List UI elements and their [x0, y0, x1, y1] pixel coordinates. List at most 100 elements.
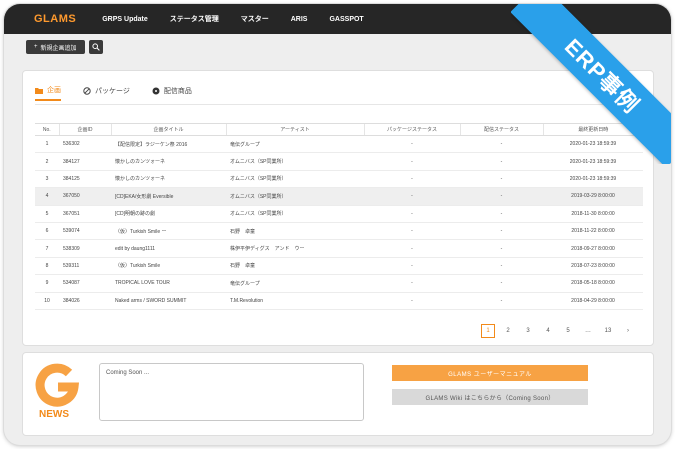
col-package-status[interactable]: パッケージステータス	[363, 123, 460, 136]
cell-project-title[interactable]: （仮）Turkish Smile ー	[111, 222, 226, 241]
tab-label: パッケージ	[95, 88, 130, 95]
cell-package-status: -	[364, 205, 460, 223]
cell-project-id[interactable]: 536302	[59, 135, 111, 154]
table-row[interactable]: 7 538309 edit by daung1111 株伊平伊ディグス アンド …	[35, 239, 643, 258]
cell-no: 10	[35, 292, 59, 310]
new-project-button[interactable]: + 新規企画追加	[26, 40, 85, 54]
cell-package-status: -	[364, 135, 460, 154]
cell-no: 6	[35, 222, 59, 241]
g-logo-icon	[35, 363, 80, 407]
cell-project-id[interactable]: 534087	[59, 274, 111, 293]
cell-artist: T.M.Revolution	[226, 292, 364, 310]
cell-delivery-status: -	[460, 222, 543, 241]
nav-item-master[interactable]: マスター	[241, 14, 269, 24]
plus-icon: +	[34, 44, 38, 50]
table-row[interactable]: 6 539074 （仮）Turkish Smile ー 石野 卓童 - - 20…	[35, 222, 643, 241]
cell-project-id[interactable]: 539074	[59, 222, 111, 241]
folder-icon	[35, 87, 43, 94]
nav-item-grps-update[interactable]: GRPS Update	[102, 16, 148, 23]
news-text: Coming Soon ...	[106, 370, 150, 376]
next-page-button[interactable]: ›	[621, 324, 635, 338]
tab-packages[interactable]: パッケージ	[83, 85, 130, 101]
cell-no: 8	[35, 257, 59, 276]
nav-item-aris[interactable]: ARIS	[291, 16, 308, 23]
nav-item-status[interactable]: ステータス管理	[170, 14, 219, 24]
cell-no: 7	[35, 239, 59, 258]
col-project-title[interactable]: 企画タイトル	[110, 123, 226, 136]
cell-artist: オムニバス（SP同業所）	[226, 152, 364, 171]
tab-delivery-products[interactable]: 配信商品	[152, 85, 192, 101]
wiki-button[interactable]: GLAMS Wiki はこちらから（Coming Soon）	[392, 389, 588, 405]
cell-package-status: -	[364, 222, 460, 241]
cell-package-status: -	[364, 170, 460, 189]
cell-last-updated: 2020-01-23 18:59:39	[543, 170, 643, 189]
page-3[interactable]: 3	[521, 324, 535, 338]
cell-project-title[interactable]: [CD]明朝の跡の劇	[111, 205, 226, 223]
cell-project-id[interactable]: 539311	[59, 257, 111, 276]
page-2[interactable]: 2	[501, 324, 515, 338]
cell-no: 2	[35, 152, 59, 171]
cell-project-id[interactable]: 384125	[59, 170, 111, 189]
table-row[interactable]: 9 534087 TROPICAL LOVE TOUR 竜伝グループ - - 2…	[35, 274, 643, 293]
cell-package-status: -	[364, 292, 460, 310]
app-logo[interactable]: GLAMS	[34, 13, 76, 25]
cell-last-updated: 2018-07-23 8:00:00	[543, 257, 643, 276]
cell-project-title[interactable]: 懐かしのカンツォーネ	[111, 170, 226, 189]
col-no[interactable]: No.	[35, 123, 59, 136]
new-project-label: 新規企画追加	[40, 45, 77, 52]
cell-project-title[interactable]: [CD]EKA/女形劇 Eversible	[111, 187, 226, 206]
cell-package-status: -	[364, 274, 460, 293]
cell-project-title[interactable]: （仮）Turkish Smile	[111, 257, 226, 276]
cell-project-id[interactable]: 538309	[59, 239, 111, 258]
cell-artist: 竜伝グループ	[226, 274, 364, 293]
cell-delivery-status: -	[460, 257, 543, 276]
cell-package-status: -	[364, 239, 460, 258]
table-row[interactable]: 5 367051 [CD]明朝の跡の劇 オムニバス（SP同業所） - - 201…	[35, 205, 643, 223]
table-row[interactable]: 4 367050 [CD]EKA/女形劇 Eversible オムニバス（SP同…	[35, 187, 643, 206]
page-1[interactable]: 1	[481, 324, 495, 338]
cell-project-id[interactable]: 384026	[59, 292, 111, 310]
erp-ribbon: ERP事例	[511, 4, 671, 164]
table-row[interactable]: 8 539311 （仮）Turkish Smile 石野 卓童 - - 2018…	[35, 257, 643, 276]
cell-artist: 竜伝グループ	[226, 135, 364, 154]
cell-package-status: -	[364, 187, 460, 206]
search-icon	[91, 43, 100, 51]
tab-label: 企画	[47, 87, 61, 94]
cell-project-title[interactable]: Naked arms / SWORD SUMMIT	[111, 292, 226, 310]
cell-delivery-status: -	[460, 292, 543, 310]
cell-no: 9	[35, 274, 59, 293]
tab-projects[interactable]: 企画	[35, 85, 61, 101]
cell-package-status: -	[364, 152, 460, 171]
page-5[interactable]: 5	[561, 324, 575, 338]
table-row[interactable]: 3 384125 懐かしのカンツォーネ オムニバス（SP同業所） - - 202…	[35, 170, 643, 189]
page-13[interactable]: 13	[601, 324, 615, 338]
cell-no: 1	[35, 135, 59, 154]
search-button[interactable]	[88, 40, 103, 54]
cell-project-title[interactable]: 懐かしのカンツォーネ	[111, 152, 226, 171]
corner-ribbon: ERP事例	[511, 4, 671, 164]
disc-icon	[152, 87, 160, 95]
user-manual-button[interactable]: GLAMS ユーザーマニュアル	[392, 365, 588, 381]
cell-artist: オムニバス（SP同業所）	[226, 170, 364, 189]
cell-project-id[interactable]: 367050	[59, 187, 111, 206]
cell-delivery-status: -	[460, 205, 543, 223]
cell-no: 3	[35, 170, 59, 189]
cell-delivery-status: -	[460, 274, 543, 293]
col-project-id[interactable]: 企画ID	[58, 123, 111, 136]
cell-last-updated: 2018-11-22 8:00:00	[543, 222, 643, 241]
cell-no: 5	[35, 205, 59, 223]
page-4[interactable]: 4	[541, 324, 555, 338]
toolbar: + 新規企画追加	[26, 40, 103, 54]
col-artist[interactable]: アーティスト	[225, 123, 364, 136]
cell-project-id[interactable]: 367051	[59, 205, 111, 223]
cell-artist: 株伊平伊ディグス アンド ウー	[226, 239, 364, 258]
cell-project-title[interactable]: edit by daung1111	[111, 239, 226, 258]
cell-project-title[interactable]: TROPICAL LOVE TOUR	[111, 274, 226, 293]
table-row[interactable]: 10 384026 Naked arms / SWORD SUMMIT T.M.…	[35, 292, 643, 310]
news-panel: NEWS Coming Soon ... GLAMS ユーザーマニュアル GLA…	[22, 352, 654, 436]
nav-item-gasspot[interactable]: GASSPOT	[329, 16, 363, 23]
cell-project-id[interactable]: 384127	[59, 152, 111, 171]
ribbon-text: ERP事例	[559, 33, 645, 119]
cell-project-title[interactable]: 【配信限定】ラジーケン祭 2016	[111, 135, 226, 154]
cell-delivery-status: -	[460, 170, 543, 189]
